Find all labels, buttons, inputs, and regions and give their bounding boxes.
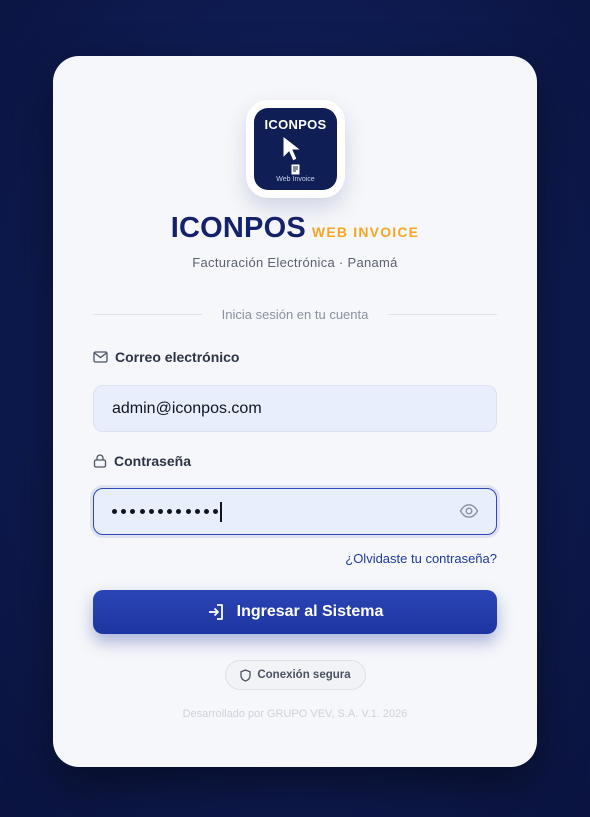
password-dot bbox=[112, 509, 117, 514]
password-label-text: Contraseña bbox=[114, 453, 192, 469]
logo-title: ICONPOS bbox=[264, 117, 327, 132]
email-field[interactable]: admin@iconpos.com bbox=[93, 385, 497, 432]
password-dot bbox=[213, 509, 219, 514]
password-dot bbox=[148, 509, 154, 514]
brand-heading: ICONPOS WEB INVOICE bbox=[53, 212, 537, 245]
login-button-label: Ingresar al Sistema bbox=[236, 603, 384, 620]
lock-icon bbox=[93, 454, 107, 468]
login-icon bbox=[208, 604, 223, 620]
mail-icon bbox=[93, 351, 108, 363]
secure-connection-badge: Conexión segura bbox=[225, 660, 366, 690]
logo-tile: ICONPOS Web Invoice bbox=[254, 108, 337, 190]
password-dot bbox=[176, 509, 182, 514]
password-dot bbox=[167, 509, 173, 514]
password-dot bbox=[157, 509, 163, 514]
email-label-text: Correo electrónico bbox=[115, 349, 240, 365]
eye-icon[interactable] bbox=[459, 503, 479, 519]
section-divider: Inicia sesión en tu cuenta bbox=[93, 307, 497, 322]
cursor-icon bbox=[282, 134, 303, 162]
email-value: admin@iconpos.com bbox=[112, 399, 262, 417]
password-dot bbox=[139, 509, 145, 514]
shield-icon bbox=[240, 668, 251, 682]
logo-subtitle: Web Invoice bbox=[276, 176, 315, 183]
forgot-password-link[interactable]: ¿Olvidaste tu contraseña? bbox=[345, 551, 497, 566]
password-dot bbox=[121, 509, 127, 514]
password-dot bbox=[203, 509, 209, 514]
password-dot bbox=[194, 509, 200, 514]
text-caret bbox=[220, 501, 223, 522]
secure-connection-label: Conexión segura bbox=[257, 669, 351, 681]
footer-credits: Desarrollado por GRUPO VEV, S.A. V.1. 20… bbox=[182, 708, 408, 720]
document-icon bbox=[291, 164, 300, 175]
divider-line-right bbox=[388, 314, 497, 315]
brand-tagline: Facturación Electrónica · Panamá bbox=[192, 255, 398, 270]
email-label: Correo electrónico bbox=[93, 349, 239, 365]
password-label: Contraseña bbox=[93, 453, 191, 469]
login-button[interactable]: Ingresar al Sistema bbox=[93, 590, 497, 634]
password-field[interactable] bbox=[93, 488, 497, 535]
login-card: ICONPOS Web Invoice ICONPOS WEB INVOICE F… bbox=[53, 56, 537, 767]
brand-name: ICONPOS bbox=[170, 212, 306, 244]
password-dot bbox=[185, 509, 191, 514]
password-mask bbox=[112, 509, 219, 514]
app-logo: ICONPOS Web Invoice bbox=[246, 100, 345, 198]
password-dot bbox=[130, 509, 136, 514]
brand-accent: WEB INVOICE bbox=[311, 224, 420, 240]
